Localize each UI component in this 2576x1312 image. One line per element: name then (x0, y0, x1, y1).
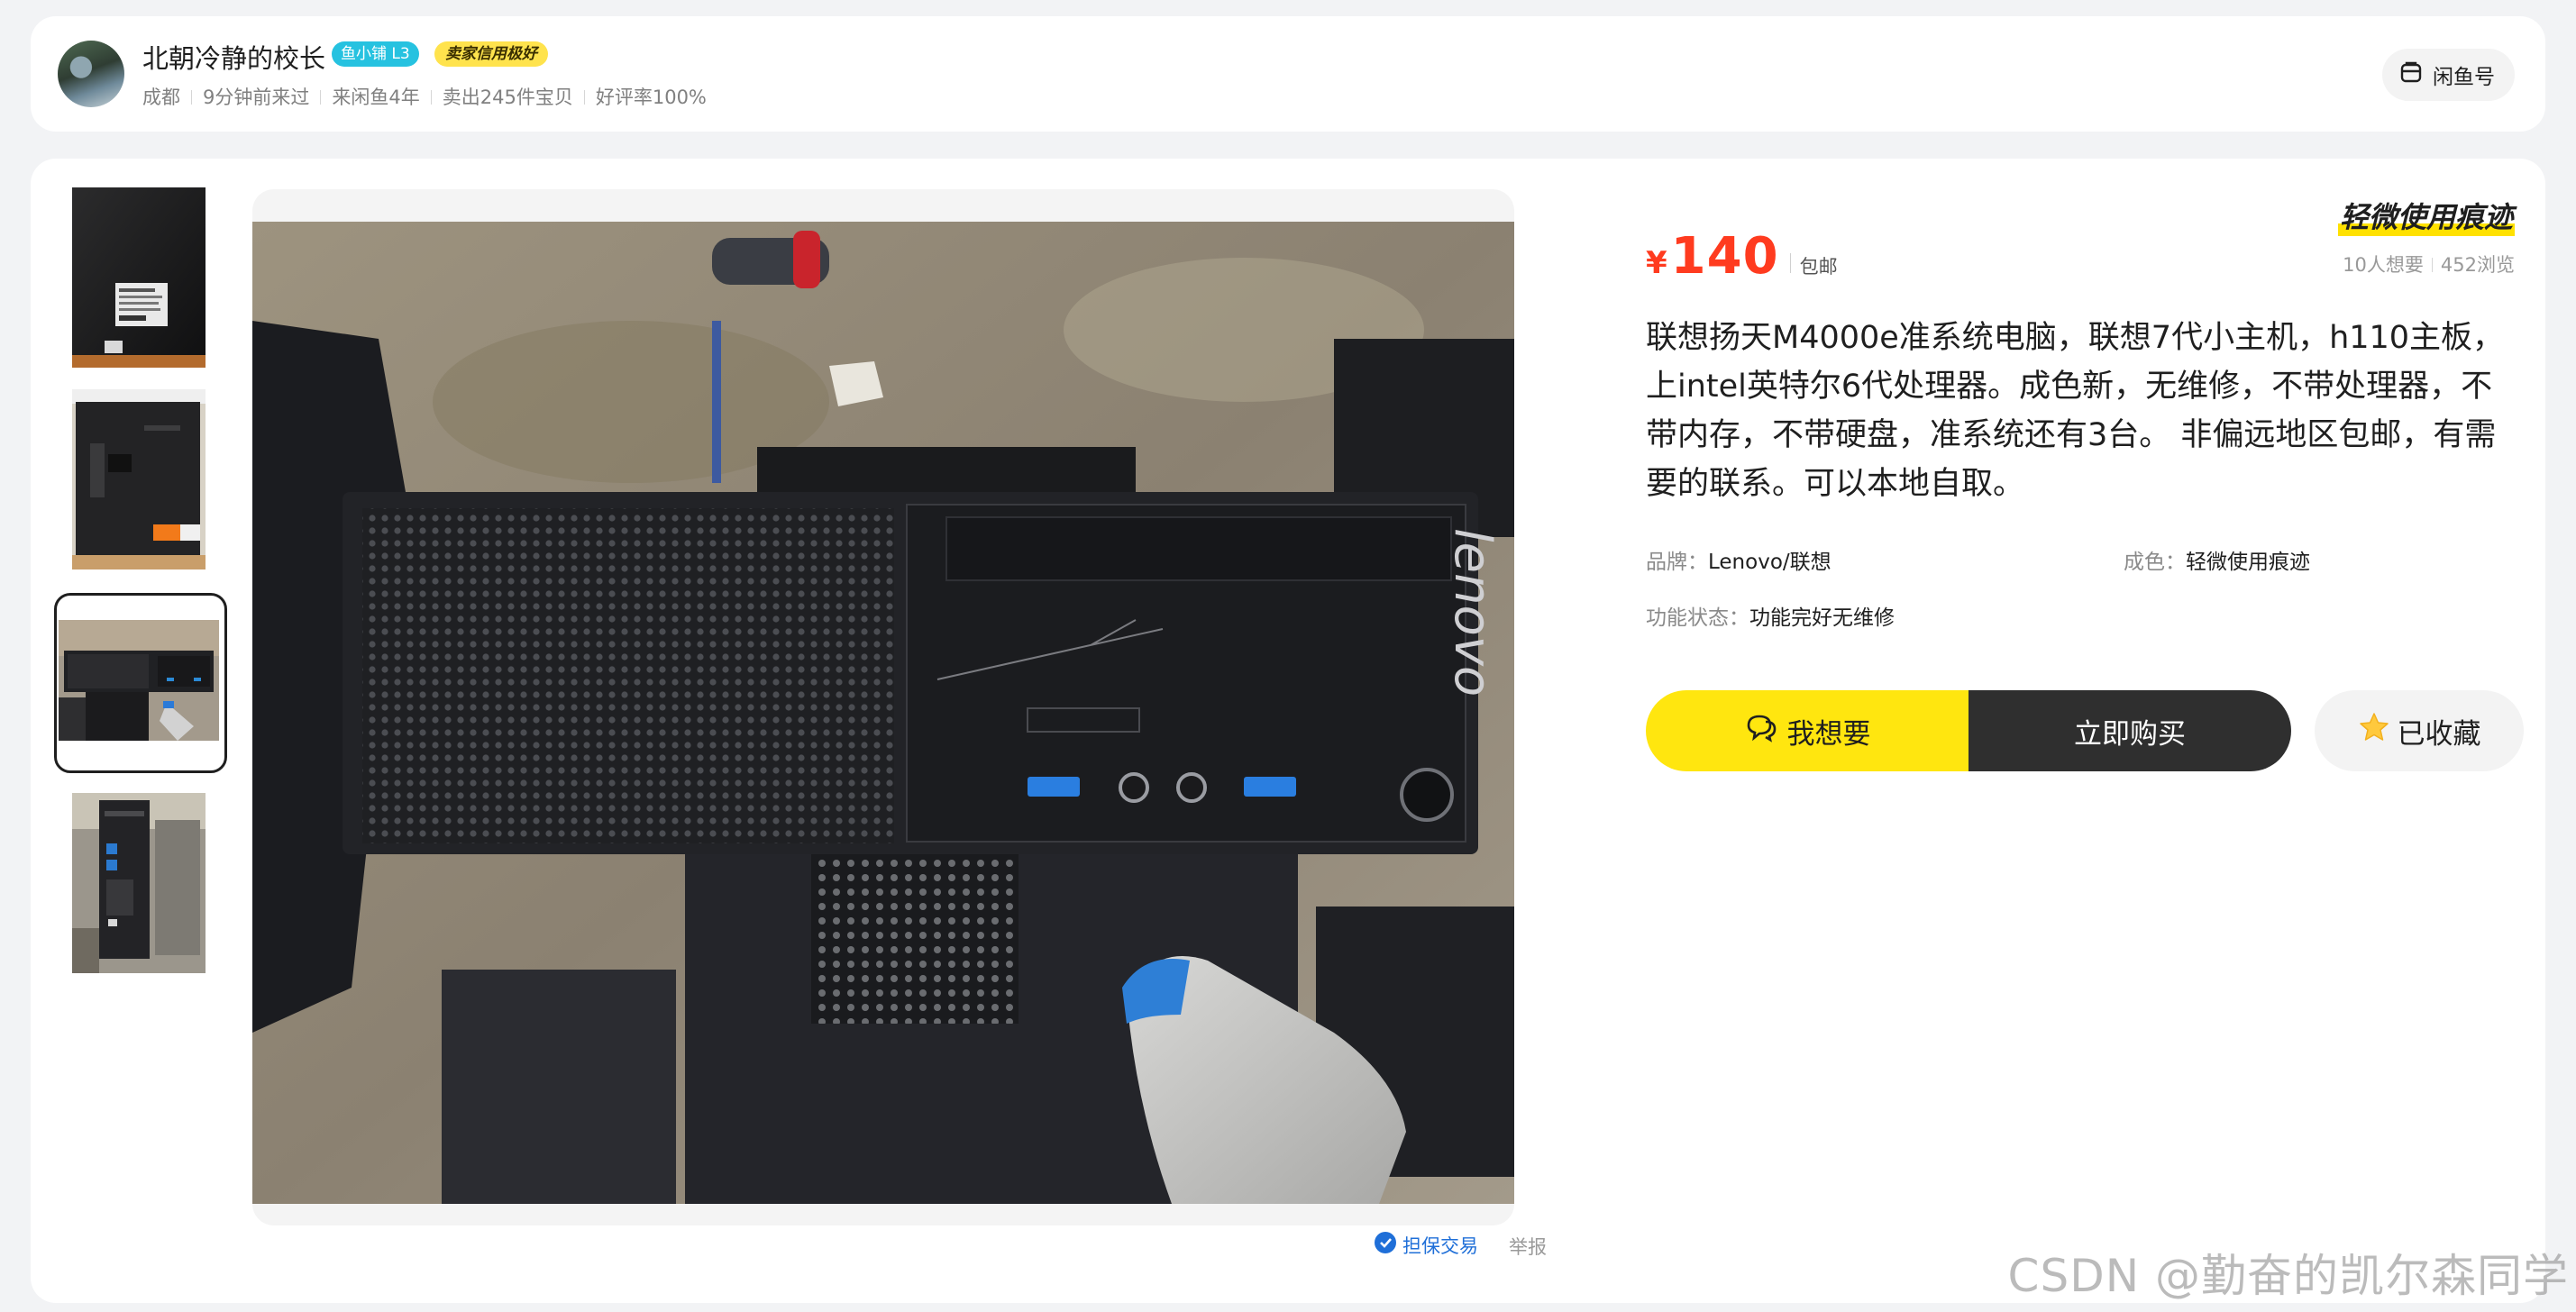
csdn-watermark: CSDN @勤奋的凯尔森同学 (2007, 1250, 2569, 1302)
price-value: 140 (1670, 227, 1779, 286)
product-description: 联想扬天M4000e准系统电脑，联想7代小主机，h110主板，上intel英特尔… (1646, 320, 2505, 502)
attr-condition-value: 轻微使用痕迹 (2186, 551, 2310, 574)
seller-card: 北朝冷静的校长 鱼小铺 L3 卖家信用极好 成都 9分钟前来过 来闲鱼4年 卖出245… (31, 16, 2545, 132)
gallery-thumbnail-1[interactable] (72, 187, 206, 368)
report-link[interactable]: 举报 (1509, 1233, 1547, 1260)
attr-brand-label: 品牌： (1646, 551, 1708, 574)
want-button-label: 我想要 (1786, 717, 1871, 751)
xianyu-id-label: 闲鱼号 (2433, 66, 2495, 89)
attr-brand: 品牌：Lenovo/联想 (1646, 544, 1832, 575)
svg-text:lenovo: lenovo (1443, 528, 1502, 697)
main-product-photo[interactable]: lenovo (252, 222, 1514, 1204)
attr-function: 功能状态：功能完好无维修 (1646, 600, 1895, 631)
seller-tenure: 来闲鱼4年 (332, 87, 420, 108)
condition-tag: 轻微使用痕迹 (2337, 195, 2515, 236)
seller-sold-count: 卖出245件宝贝 (442, 87, 573, 108)
favorite-button-label: 已收藏 (2397, 717, 2481, 751)
item-stats: 10人想要 452浏览 (2343, 251, 2515, 278)
attr-function-value: 功能完好无维修 (1749, 606, 1895, 630)
escrow-shield-icon (1374, 1231, 1397, 1259)
credit-badge: 卖家信用极好 (434, 41, 548, 67)
level-badge: 鱼小铺 L3 (332, 41, 419, 67)
seller-rating: 好评率100% (595, 87, 707, 108)
seller-avatar[interactable] (58, 41, 124, 107)
seller-last-seen: 9分钟前来过 (203, 87, 310, 108)
view-count: 452浏览 (2440, 254, 2515, 276)
buy-now-button[interactable]: 立即购买 (1969, 690, 2291, 771)
star-icon (2358, 711, 2390, 751)
attr-condition: 成色：轻微使用痕迹 (2124, 544, 2310, 575)
attr-brand-value: Lenovo/联想 (1708, 551, 1832, 574)
gallery-thumbnail-3-selected[interactable] (54, 593, 227, 773)
seller-name[interactable]: 北朝冷静的校长 (142, 38, 325, 76)
favorite-button[interactable]: 已收藏 (2315, 690, 2524, 771)
gallery-thumbnail-2[interactable] (72, 389, 206, 569)
seller-meta: 成都 9分钟前来过 来闲鱼4年 卖出245件宝贝 好评率100% (142, 83, 707, 110)
want-count: 10人想要 (2343, 254, 2424, 276)
xianyu-bag-icon (2398, 59, 2424, 90)
product-card: lenovo 担保交易 举报 ¥ 140 包邮 轻微使用痕迹 10人想要 452… (31, 159, 2545, 1303)
escrow-trade-link[interactable]: 担保交易 (1374, 1231, 1478, 1259)
gallery-thumbnail-4[interactable] (72, 793, 206, 973)
price-row: ¥ 140 包邮 (1646, 227, 1838, 286)
escrow-label: 担保交易 (1402, 1235, 1478, 1257)
price-currency: ¥ (1646, 245, 1667, 281)
xianyu-id-button[interactable]: 闲鱼号 (2382, 49, 2515, 101)
attr-condition-label: 成色： (2124, 551, 2186, 574)
shipping-label: 包邮 (1799, 256, 1838, 278)
attr-function-label: 功能状态： (1646, 606, 1749, 630)
seller-location: 成都 (142, 87, 180, 108)
main-photo-frame: lenovo (252, 189, 1514, 1225)
want-button[interactable]: 我想要 (1646, 690, 1969, 771)
chat-bubble-icon (1744, 712, 1778, 750)
